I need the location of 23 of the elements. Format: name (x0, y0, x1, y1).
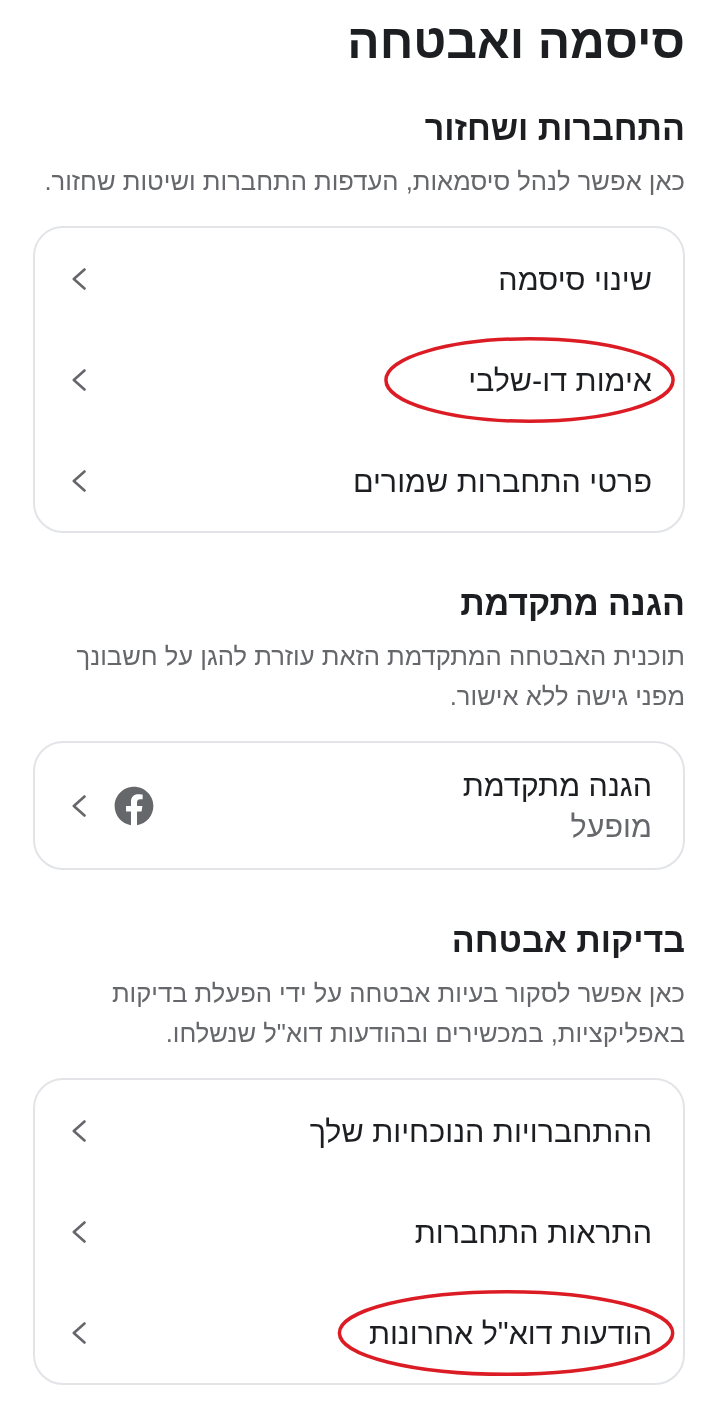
chevron-left-icon (72, 1220, 86, 1243)
settings-row[interactable]: ההתחברויות הנוכחיות שלך (35, 1080, 683, 1181)
f-logo-icon (114, 785, 154, 826)
settings-row[interactable]: שינוי סיסמה (35, 228, 683, 329)
section-heading: התחברות ושחזור (423, 108, 685, 148)
chevron-left-icon (72, 368, 86, 391)
settings-row[interactable]: התראות התחברות (35, 1181, 683, 1282)
chevron-left-icon (72, 1321, 86, 1344)
status-text: מופעל (570, 807, 652, 845)
chevron-left-icon (72, 267, 86, 290)
section-heading: הגנה מתקדמת (459, 583, 685, 623)
settings-row[interactable]: הודעות דוא"ל אחרונות (35, 1282, 683, 1383)
page-title: סיסמה ואבטחה (346, 14, 685, 70)
chevron-left-icon (72, 469, 86, 492)
section-description: כאן אפשר לסקור בעיות אבטחה על ידי הפעלת בדיקות באפליקציות, במכשירים ובהודעות דוא"ל שנשלחו. (110, 978, 685, 1049)
settings-row[interactable]: פרטי התחברות שמורים (35, 430, 683, 531)
section-description: כאן אפשר לנהל סיסמאות, העדפות התחברות ושיטות שחזור. (43, 166, 685, 197)
section-heading: בדיקות אבטחה (450, 920, 685, 960)
settings-row[interactable]: אימות דו-שלבי (35, 329, 683, 430)
section-description: תוכנית האבטחה המתקדמת הזאת עוזרת להגן על חשבונך מפני גישה ללא אישור. (75, 641, 685, 712)
chevron-left-icon (72, 794, 86, 817)
chevron-left-icon (72, 1119, 86, 1142)
settings-row[interactable]: הגנה מתקדמת מופעל (35, 743, 683, 868)
